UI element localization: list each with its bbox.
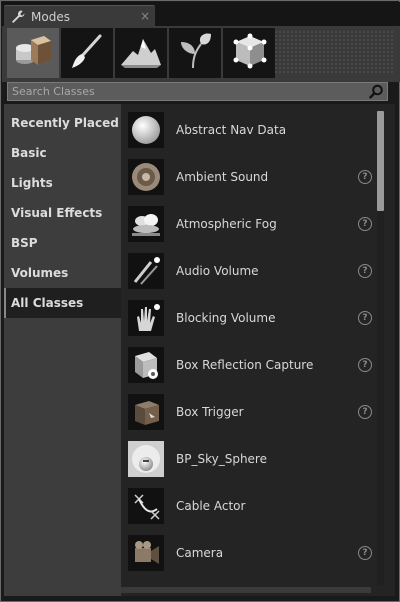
item-label: Abstract Nav Data (176, 123, 287, 137)
toolbar-grip (274, 30, 394, 74)
category-label: Visual Effects (11, 206, 103, 220)
tab-title: Modes (31, 9, 70, 24)
item-label: Atmospheric Fog (176, 217, 277, 231)
close-icon[interactable]: × (140, 9, 150, 23)
search-input[interactable] (8, 85, 363, 98)
geometry-box-icon (228, 30, 270, 76)
wrench-icon (9, 8, 27, 26)
paint-mode-button[interactable] (61, 28, 113, 78)
category-label: Recently Placed (11, 116, 119, 130)
help-icon[interactable]: ? (358, 217, 372, 231)
help-icon[interactable]: ? (358, 170, 372, 184)
camera-icon (128, 535, 164, 571)
search-icon[interactable] (369, 84, 384, 103)
help-icon[interactable]: ? (358, 358, 372, 372)
item-label: Cable Actor (176, 499, 246, 513)
list-item[interactable]: Camera ? (128, 533, 372, 573)
category-lights[interactable]: Lights (4, 168, 121, 198)
help-icon[interactable]: ? (358, 405, 372, 419)
item-label: Ambient Sound (176, 170, 269, 184)
list-item[interactable]: Audio Volume ? (128, 251, 372, 291)
class-list: Abstract Nav Data Ambient Sound ? Atmosp… (121, 104, 395, 596)
category-label: BSP (11, 236, 38, 250)
category-basic[interactable]: Basic (4, 138, 121, 168)
modes-panel: Modes × Search Classes Recently Placed B… (0, 0, 400, 602)
list-item[interactable]: Atmospheric Fog ? (128, 204, 372, 244)
item-label: BP_Sky_Sphere (176, 452, 267, 466)
tab-modes[interactable]: Modes × (4, 5, 155, 27)
category-all-classes[interactable]: All Classes (4, 288, 121, 318)
mode-toolbar (2, 26, 400, 82)
category-volumes[interactable]: Volumes (4, 258, 121, 288)
cable-icon (128, 488, 164, 524)
category-label: All Classes (11, 296, 84, 310)
item-label: Box Trigger (176, 405, 244, 419)
list-item[interactable]: Cable Actor (128, 486, 372, 526)
sky-sphere-icon (128, 441, 164, 477)
reflection-capture-icon (128, 347, 164, 383)
item-label: Audio Volume (176, 264, 259, 278)
list-item[interactable]: BP_Sky_Sphere (128, 439, 372, 479)
help-icon[interactable]: ? (358, 264, 372, 278)
vertical-scrollbar[interactable] (377, 111, 384, 585)
scroll-thumb[interactable] (377, 111, 384, 211)
search-bar (7, 82, 388, 101)
category-label: Volumes (11, 266, 69, 280)
help-icon[interactable]: ? (358, 311, 372, 325)
sphere-icon (128, 112, 164, 148)
volume-icon (128, 253, 164, 289)
category-visual-effects[interactable]: Visual Effects (4, 198, 121, 228)
hand-icon (128, 300, 164, 336)
class-browser: Recently Placed Basic Lights Visual Effe… (4, 104, 395, 596)
foliage-mode-button[interactable] (169, 28, 221, 78)
item-label: Camera (176, 546, 224, 560)
mountain-icon (119, 31, 163, 75)
item-label: Blocking Volume (176, 311, 276, 325)
geometry-mode-button[interactable] (223, 28, 275, 78)
cube-cylinder-icon (11, 30, 55, 76)
category-label: Lights (11, 176, 53, 190)
category-label: Basic (11, 146, 47, 160)
speaker-icon (128, 159, 164, 195)
place-mode-button[interactable] (7, 28, 59, 78)
item-label: Box Reflection Capture (176, 358, 314, 372)
category-bsp[interactable]: BSP (4, 228, 121, 258)
list-item[interactable]: Box Trigger ? (128, 392, 372, 432)
leaf-icon (175, 30, 215, 76)
tab-strip: Modes × (2, 2, 400, 27)
list-item[interactable]: Abstract Nav Data (128, 110, 372, 150)
list-item[interactable]: Box Reflection Capture ? (128, 345, 372, 385)
list-item[interactable]: Ambient Sound ? (128, 157, 372, 197)
help-icon[interactable]: ? (358, 546, 372, 560)
landscape-mode-button[interactable] (115, 28, 167, 78)
category-recently-placed[interactable]: Recently Placed (4, 108, 121, 138)
brush-icon (66, 30, 108, 76)
list-item[interactable]: Blocking Volume ? (128, 298, 372, 338)
category-list: Recently Placed Basic Lights Visual Effe… (4, 104, 121, 596)
cloud-icon (128, 206, 164, 242)
next-item-partial (121, 587, 371, 593)
box-trigger-icon (128, 394, 164, 430)
